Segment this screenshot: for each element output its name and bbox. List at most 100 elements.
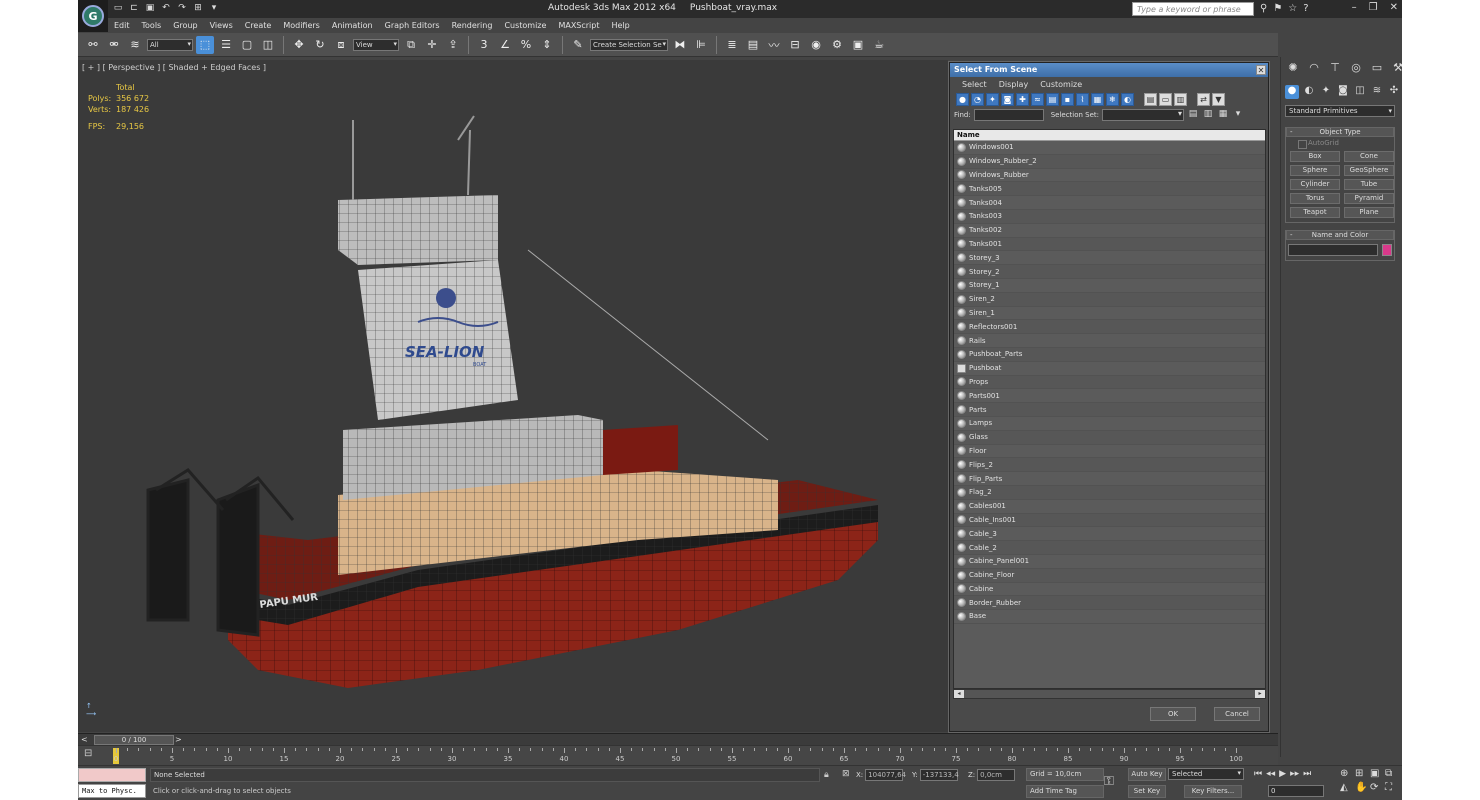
list-item[interactable]: Cabine_Panel001 xyxy=(954,555,1265,569)
minimize-icon[interactable]: – xyxy=(1352,2,1357,13)
plane-button[interactable]: Plane xyxy=(1344,207,1394,218)
align-icon[interactable]: ⊫ xyxy=(692,36,710,54)
display-hidden-icon[interactable]: ◐ xyxy=(1121,92,1134,106)
set-key-icon[interactable]: ⚿ xyxy=(1104,774,1114,789)
menu-graph-editors[interactable]: Graph Editors xyxy=(379,21,446,30)
options-chevron-icon[interactable]: ▾ xyxy=(1232,109,1244,121)
zoom-extents-icon[interactable]: ▣ xyxy=(1370,768,1384,779)
list-item[interactable]: Windows_Rubber_2 xyxy=(954,154,1265,169)
selection-set-dropdown[interactable] xyxy=(1102,109,1185,121)
previous-frame-icon[interactable]: ◂◂ xyxy=(1266,769,1275,779)
list-item[interactable]: Tanks001 xyxy=(954,237,1265,252)
display-shapes-icon[interactable]: ◔ xyxy=(971,92,984,106)
menu-help[interactable]: Help xyxy=(606,21,636,30)
app-logo-button[interactable]: G xyxy=(78,0,108,32)
graphite-ribbon-icon[interactable]: ▤ xyxy=(744,36,762,54)
new-file-icon[interactable]: ▭ xyxy=(112,3,124,15)
zoom-all-icon[interactable]: ⊞ xyxy=(1355,768,1369,779)
unlink-icon[interactable]: ⚮ xyxy=(105,36,123,54)
slider-next-icon[interactable]: > xyxy=(175,735,182,744)
utilities-tab-icon[interactable]: ⚒ xyxy=(1390,61,1402,77)
pan-icon[interactable]: ✋ xyxy=(1355,782,1369,793)
select-none-icon[interactable]: ▥ xyxy=(1202,109,1214,121)
menu-views[interactable]: Views xyxy=(204,21,239,30)
layer-manager-icon[interactable]: ≣ xyxy=(723,36,741,54)
time-slider[interactable]: < 0 / 100 > xyxy=(78,733,1278,745)
list-item[interactable]: Cable_Ins001 xyxy=(954,513,1265,528)
display-spacewarps-icon[interactable]: ≈ xyxy=(1031,92,1044,106)
menu-create[interactable]: Create xyxy=(239,21,278,30)
display-bones-icon[interactable]: ⌇ xyxy=(1076,92,1089,106)
keyboard-shortcut-icon[interactable]: ⇪ xyxy=(444,36,462,54)
list-item[interactable]: Lamps xyxy=(954,417,1265,431)
object-type-header[interactable]: Object Type xyxy=(1286,127,1394,137)
display-none-icon[interactable]: ▭ xyxy=(1159,92,1172,106)
sphere-button[interactable]: Sphere xyxy=(1290,165,1340,176)
object-color-swatch[interactable] xyxy=(1382,244,1392,256)
slider-prev-icon[interactable]: < xyxy=(81,735,88,744)
spacewarps-icon[interactable]: ≋ xyxy=(1370,85,1384,99)
display-containers-icon[interactable]: ▦ xyxy=(1091,92,1104,106)
pyramid-button[interactable]: Pyramid xyxy=(1344,193,1394,204)
cone-button[interactable]: Cone xyxy=(1344,151,1394,162)
project-folder-icon[interactable]: ⊞ xyxy=(192,3,204,15)
named-selection-dropdown[interactable]: Create Selection Se xyxy=(590,38,668,51)
x-value[interactable]: 104077,64 xyxy=(865,768,906,781)
lights-icon[interactable]: ✦ xyxy=(1319,85,1333,99)
select-all-icon[interactable]: ▤ xyxy=(1187,109,1199,121)
horizontal-scrollbar[interactable]: ◂ ▸ xyxy=(953,689,1266,699)
maxscript-mini-listener[interactable]: Max to Physc. xyxy=(78,784,146,798)
next-frame-icon[interactable]: ▸▸ xyxy=(1290,769,1299,779)
list-item[interactable]: Flips_2 xyxy=(954,458,1265,473)
autogrid-checkbox[interactable]: AutoGrid xyxy=(1286,137,1394,149)
create-tab-icon[interactable]: ✺ xyxy=(1285,61,1301,77)
link-icon[interactable]: ⚯ xyxy=(84,36,102,54)
select-manipulate-icon[interactable]: ✛ xyxy=(423,36,441,54)
dialog-menu-customize[interactable]: Customize xyxy=(1040,80,1082,89)
absolute-mode-icon[interactable]: ⊠ xyxy=(842,769,850,779)
zoom-extents-all-icon[interactable]: ⧉ xyxy=(1385,768,1399,779)
go-to-start-icon[interactable]: ⏮ xyxy=(1254,769,1262,779)
perspective-viewport[interactable]: [ + ] [ Perspective ] [ Shaded + Edged F… xyxy=(78,60,948,732)
percent-snap-icon[interactable]: % xyxy=(517,36,535,54)
menu-rendering[interactable]: Rendering xyxy=(446,21,499,30)
restore-icon[interactable]: ❐ xyxy=(1369,2,1378,13)
list-item[interactable]: Pushboat_Parts xyxy=(954,347,1265,362)
cameras-icon[interactable]: ◙ xyxy=(1336,85,1350,99)
object-name-input[interactable] xyxy=(1288,244,1379,256)
current-frame-field[interactable]: 0 xyxy=(1268,785,1324,797)
render-setup-icon[interactable]: ⚙ xyxy=(828,36,846,54)
menu-tools[interactable]: Tools xyxy=(136,21,168,30)
time-slider-knob[interactable]: 0 / 100 xyxy=(94,735,174,745)
list-item[interactable]: Storey_3 xyxy=(954,251,1265,266)
list-item[interactable]: Tanks004 xyxy=(954,196,1265,210)
box-button[interactable]: Box xyxy=(1290,151,1340,162)
list-item[interactable]: Rails xyxy=(954,334,1265,348)
lock-selection-icon[interactable]: 🔒︎ xyxy=(824,770,829,780)
dialog-title-bar[interactable]: Select From Scene ✕ xyxy=(950,63,1268,77)
systems-icon[interactable]: ✣ xyxy=(1387,85,1401,99)
list-item[interactable]: Windows001 xyxy=(954,141,1265,155)
scroll-right-icon[interactable]: ▸ xyxy=(1255,690,1265,698)
dialog-menu-display[interactable]: Display xyxy=(999,80,1029,89)
list-item[interactable]: Cables001 xyxy=(954,500,1265,514)
sync-selection-icon[interactable]: ⇄ xyxy=(1197,92,1210,106)
rect-selection-icon[interactable]: ▢ xyxy=(238,36,256,54)
angle-snap-icon[interactable]: ∠ xyxy=(496,36,514,54)
binoculars-icon[interactable]: ⚲ xyxy=(1260,3,1267,14)
y-value[interactable]: -137133,4 xyxy=(919,768,959,781)
dialog-menu-select[interactable]: Select xyxy=(962,80,987,89)
filter-icon[interactable]: ▼ xyxy=(1212,92,1225,106)
menu-customize[interactable]: Customize xyxy=(498,21,552,30)
select-by-name-icon[interactable]: ☰ xyxy=(217,36,235,54)
render-production-icon[interactable]: ☕ xyxy=(870,36,888,54)
dialog-close-icon[interactable]: ✕ xyxy=(1256,65,1266,75)
name-column-header[interactable]: Name xyxy=(954,130,1265,141)
invert-display-icon[interactable]: ▥ xyxy=(1174,92,1187,106)
schematic-view-icon[interactable]: ⊟ xyxy=(786,36,804,54)
mirror-icon[interactable]: ⧓ xyxy=(671,36,689,54)
primitive-type-dropdown[interactable]: Standard Primitives xyxy=(1285,105,1395,117)
open-file-icon[interactable]: ⊏ xyxy=(128,3,140,15)
list-item[interactable]: Siren_2 xyxy=(954,292,1265,307)
rendered-frame-icon[interactable]: ▣ xyxy=(849,36,867,54)
